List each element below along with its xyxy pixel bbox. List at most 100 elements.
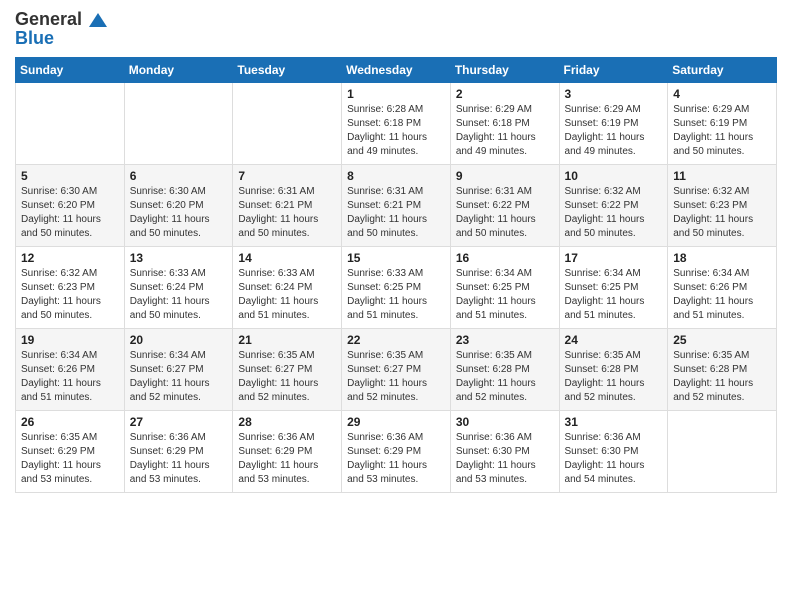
day-detail: Sunrise: 6:29 AM Sunset: 6:19 PM Dayligh… [673, 103, 771, 159]
day-detail: Sunrise: 6:29 AM Sunset: 6:18 PM Dayligh… [456, 103, 554, 159]
weekday-tuesday: Tuesday [233, 58, 342, 83]
day-detail: Sunrise: 6:36 AM Sunset: 6:29 PM Dayligh… [347, 431, 445, 487]
calendar-cell: 16 Sunrise: 6:34 AM Sunset: 6:25 PM Dayli… [450, 247, 559, 329]
day-number: 25 [673, 333, 771, 347]
day-detail: Sunrise: 6:34 AM Sunset: 6:26 PM Dayligh… [21, 349, 119, 405]
calendar-cell: 13 Sunrise: 6:33 AM Sunset: 6:24 PM Dayli… [124, 247, 233, 329]
calendar-cell [16, 83, 125, 165]
day-number: 17 [565, 251, 663, 265]
day-detail: Sunrise: 6:35 AM Sunset: 6:28 PM Dayligh… [456, 349, 554, 405]
calendar-cell: 17Sunrise: 6:34 AM Sunset: 6:25 PM Dayli… [559, 247, 668, 329]
day-number: 4 [673, 87, 771, 101]
calendar-cell: 12Sunrise: 6:32 AM Sunset: 6:23 PM Dayli… [16, 247, 125, 329]
calendar-cell: 7Sunrise: 6:31 AM Sunset: 6:21 PM Daylig… [233, 165, 342, 247]
day-number: 3 [565, 87, 663, 101]
calendar-cell: 9 Sunrise: 6:31 AM Sunset: 6:22 PM Daylig… [450, 165, 559, 247]
day-number: 20 [130, 333, 228, 347]
day-number: 13 [130, 251, 228, 265]
day-number: 8 [347, 169, 445, 183]
day-number: 18 [673, 251, 771, 265]
calendar-cell [233, 83, 342, 165]
day-number: 24 [565, 333, 663, 347]
calendar-cell: 29 Sunrise: 6:36 AM Sunset: 6:29 PM Dayli… [342, 411, 451, 493]
calendar-week-4: 19 Sunrise: 6:34 AM Sunset: 6:26 PM Dayli… [16, 329, 777, 411]
day-detail: Sunrise: 6:34 AM Sunset: 6:25 PM Dayligh… [456, 267, 554, 323]
day-detail: Sunrise: 6:36 AM Sunset: 6:29 PM Dayligh… [238, 431, 336, 487]
day-number: 15 [347, 251, 445, 265]
day-detail: Sunrise: 6:28 AM Sunset: 6:18 PM Dayligh… [347, 103, 445, 159]
weekday-header-row: SundayMondayTuesdayWednesdayThursdayFrid… [16, 58, 777, 83]
day-number: 6 [130, 169, 228, 183]
calendar-cell: 4 Sunrise: 6:29 AM Sunset: 6:19 PM Daylig… [668, 83, 777, 165]
day-detail: Sunrise: 6:33 AM Sunset: 6:24 PM Dayligh… [238, 267, 336, 323]
day-detail: Sunrise: 6:36 AM Sunset: 6:30 PM Dayligh… [565, 431, 663, 487]
calendar-table: SundayMondayTuesdayWednesdayThursdayFrid… [15, 57, 777, 493]
calendar-cell: 27Sunrise: 6:36 AM Sunset: 6:29 PM Dayli… [124, 411, 233, 493]
day-detail: Sunrise: 6:33 AM Sunset: 6:25 PM Dayligh… [347, 267, 445, 323]
day-detail: Sunrise: 6:31 AM Sunset: 6:21 PM Dayligh… [238, 185, 336, 241]
day-number: 19 [21, 333, 119, 347]
day-detail: Sunrise: 6:35 AM Sunset: 6:27 PM Dayligh… [238, 349, 336, 405]
weekday-thursday: Thursday [450, 58, 559, 83]
day-number: 27 [130, 415, 228, 429]
calendar-cell: 3Sunrise: 6:29 AM Sunset: 6:19 PM Daylig… [559, 83, 668, 165]
day-detail: Sunrise: 6:35 AM Sunset: 6:28 PM Dayligh… [565, 349, 663, 405]
day-number: 31 [565, 415, 663, 429]
day-number: 26 [21, 415, 119, 429]
day-detail: Sunrise: 6:34 AM Sunset: 6:26 PM Dayligh… [673, 267, 771, 323]
calendar-cell: 25 Sunrise: 6:35 AM Sunset: 6:28 PM Dayli… [668, 329, 777, 411]
day-detail: Sunrise: 6:30 AM Sunset: 6:20 PM Dayligh… [130, 185, 228, 241]
calendar-cell: 24 Sunrise: 6:35 AM Sunset: 6:28 PM Dayli… [559, 329, 668, 411]
calendar-cell: 11 Sunrise: 6:32 AM Sunset: 6:23 PM Dayli… [668, 165, 777, 247]
calendar-week-1: 1Sunrise: 6:28 AM Sunset: 6:18 PM Daylig… [16, 83, 777, 165]
day-number: 28 [238, 415, 336, 429]
calendar-cell: 28 Sunrise: 6:36 AM Sunset: 6:29 PM Dayli… [233, 411, 342, 493]
calendar-cell: 20Sunrise: 6:34 AM Sunset: 6:27 PM Dayli… [124, 329, 233, 411]
day-detail: Sunrise: 6:30 AM Sunset: 6:20 PM Dayligh… [21, 185, 119, 241]
calendar-cell: 31 Sunrise: 6:36 AM Sunset: 6:30 PM Dayli… [559, 411, 668, 493]
day-detail: Sunrise: 6:35 AM Sunset: 6:29 PM Dayligh… [21, 431, 119, 487]
day-number: 30 [456, 415, 554, 429]
calendar-cell: 19 Sunrise: 6:34 AM Sunset: 6:26 PM Dayli… [16, 329, 125, 411]
logo-icon [89, 13, 107, 27]
day-detail: Sunrise: 6:35 AM Sunset: 6:27 PM Dayligh… [347, 349, 445, 405]
day-detail: Sunrise: 6:31 AM Sunset: 6:22 PM Dayligh… [456, 185, 554, 241]
header: General Blue [15, 10, 777, 49]
day-detail: Sunrise: 6:35 AM Sunset: 6:28 PM Dayligh… [673, 349, 771, 405]
day-number: 10 [565, 169, 663, 183]
day-number: 5 [21, 169, 119, 183]
calendar-cell: 23 Sunrise: 6:35 AM Sunset: 6:28 PM Dayli… [450, 329, 559, 411]
logo-general-text: General [15, 10, 107, 28]
calendar-week-5: 26 Sunrise: 6:35 AM Sunset: 6:29 PM Dayli… [16, 411, 777, 493]
logo-blue-text: Blue [15, 28, 54, 49]
day-number: 9 [456, 169, 554, 183]
weekday-sunday: Sunday [16, 58, 125, 83]
calendar-cell: 26 Sunrise: 6:35 AM Sunset: 6:29 PM Dayli… [16, 411, 125, 493]
day-number: 14 [238, 251, 336, 265]
day-number: 21 [238, 333, 336, 347]
day-detail: Sunrise: 6:33 AM Sunset: 6:24 PM Dayligh… [130, 267, 228, 323]
weekday-saturday: Saturday [668, 58, 777, 83]
day-number: 29 [347, 415, 445, 429]
day-detail: Sunrise: 6:31 AM Sunset: 6:21 PM Dayligh… [347, 185, 445, 241]
day-detail: Sunrise: 6:36 AM Sunset: 6:30 PM Dayligh… [456, 431, 554, 487]
day-number: 22 [347, 333, 445, 347]
weekday-monday: Monday [124, 58, 233, 83]
logo-general: General [15, 9, 82, 29]
day-detail: Sunrise: 6:32 AM Sunset: 6:23 PM Dayligh… [673, 185, 771, 241]
calendar-cell: 21 Sunrise: 6:35 AM Sunset: 6:27 PM Dayli… [233, 329, 342, 411]
day-number: 2 [456, 87, 554, 101]
calendar-cell: 10 Sunrise: 6:32 AM Sunset: 6:22 PM Dayli… [559, 165, 668, 247]
calendar-week-2: 5 Sunrise: 6:30 AM Sunset: 6:20 PM Daylig… [16, 165, 777, 247]
calendar-cell: 30 Sunrise: 6:36 AM Sunset: 6:30 PM Dayli… [450, 411, 559, 493]
day-detail: Sunrise: 6:32 AM Sunset: 6:22 PM Dayligh… [565, 185, 663, 241]
day-number: 11 [673, 169, 771, 183]
calendar-cell: 6 Sunrise: 6:30 AM Sunset: 6:20 PM Daylig… [124, 165, 233, 247]
day-number: 16 [456, 251, 554, 265]
calendar-cell: 2 Sunrise: 6:29 AM Sunset: 6:18 PM Daylig… [450, 83, 559, 165]
calendar-cell: 18 Sunrise: 6:34 AM Sunset: 6:26 PM Dayli… [668, 247, 777, 329]
calendar-week-3: 12Sunrise: 6:32 AM Sunset: 6:23 PM Dayli… [16, 247, 777, 329]
day-number: 23 [456, 333, 554, 347]
calendar-cell [668, 411, 777, 493]
logo: General Blue [15, 10, 107, 49]
